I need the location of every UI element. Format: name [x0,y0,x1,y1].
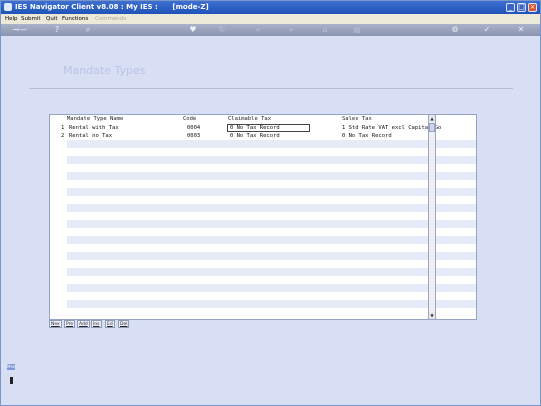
scroll-down-icon[interactable]: ▼ [429,312,435,319]
empty-row [67,236,476,244]
column-header-code: Code [183,116,197,122]
exit-icon[interactable]: ✕ [514,24,528,36]
print-icon[interactable]: ▤ [350,24,364,36]
mandate-name[interactable]: Rental with Tax [69,124,119,132]
title-bar: IES Navigator Client v8.08 : My IES : [m… [1,1,540,14]
scroll-up-icon[interactable]: ▲ [429,115,435,122]
empty-row [67,140,476,148]
home-icon[interactable]: ⌂ [318,24,332,36]
edit-button[interactable]: Ed [105,320,115,328]
sales-tax[interactable]: 1 Std Rate VAT excl Capital Go [342,124,441,132]
back-icon[interactable]: « [251,24,265,36]
empty-row [67,300,476,308]
mandate-code[interactable]: 0003 [187,132,200,140]
menu-help[interactable]: Help [5,14,18,24]
menu-bar: Help Submit Quit Functions Commands [1,14,540,24]
claimable-tax[interactable]: 0 No Tax Record [230,132,280,140]
previous-button[interactable]: Pre [64,320,76,328]
app-icon [4,3,12,11]
empty-row [67,220,476,228]
maximize-icon[interactable]: □ [517,3,526,12]
empty-row [67,156,476,164]
mandate-code[interactable]: 0004 [187,124,200,132]
menu-submit[interactable]: Submit [21,14,41,24]
column-header-claimable-tax: Claimable Tax [228,116,272,122]
empty-row [67,252,476,260]
claimable-tax[interactable]: 0 No Tax Record [230,124,280,132]
add-button[interactable]: Add [77,320,90,328]
close-icon[interactable]: × [528,3,537,12]
menu-quit[interactable]: Quit [46,14,58,24]
table-row[interactable]: 2 Rental no Tax 0003 0 No Tax Record 0 N… [50,132,476,140]
column-header-name: Mandate Type Name [67,116,124,122]
empty-row [67,188,476,196]
search-icon[interactable]: ⌕ [81,24,95,36]
delete-button[interactable]: Del [118,320,130,328]
mandate-types-table: Mandate Type Name Code Claimable Tax Sal… [49,114,477,320]
window-title: IES Navigator Client v8.08 : My IES : [m… [15,3,209,11]
menu-functions[interactable]: Functions [62,14,88,24]
side-menu-button[interactable]: Men [7,364,15,370]
empty-row [67,204,476,212]
app-window: IES Navigator Client v8.08 : My IES : [m… [0,0,541,406]
next-button[interactable]: Nex [49,320,62,328]
empty-row [67,268,476,276]
forward-icon[interactable]: » [284,24,298,36]
empty-row [67,284,476,292]
sales-tax[interactable]: 0 No Tax Record [342,132,392,140]
help-icon[interactable]: ? [50,24,64,36]
empty-row [67,172,476,180]
main-content: Mandate Types Mandate Type Name Code Cla… [1,36,540,405]
scroll-thumb[interactable] [429,123,435,132]
insert-button[interactable]: Ins [91,320,102,328]
mandate-name[interactable]: Rental no Tax [69,132,112,140]
table-row[interactable]: 1 Rental with Tax 0004 0 No Tax Record 1… [50,124,476,132]
check-icon[interactable]: ✓ [480,24,494,36]
row-number: 2 [61,133,65,139]
row-number: 1 [61,125,65,131]
vertical-scrollbar[interactable]: ▲ ▼ [428,114,436,320]
key-icon[interactable]: ⊸— [9,24,31,36]
settings-icon[interactable]: ⚙ [448,24,462,36]
divider [29,88,513,89]
column-header-sales-tax: Sales Tax [342,116,372,122]
minimize-icon[interactable]: _ [506,3,515,12]
refresh-icon[interactable]: ↻ [215,24,229,36]
info-icon[interactable] [10,377,13,384]
page-title: Mandate Types [63,64,146,77]
heart-icon[interactable]: ♥ [186,24,200,36]
menu-commands[interactable]: Commands [95,14,126,24]
toolbar: ⊸— ? ⌕ ♥ ↻ « » ⌂ ▤ ⚙ ✓ ✕ [1,24,540,36]
